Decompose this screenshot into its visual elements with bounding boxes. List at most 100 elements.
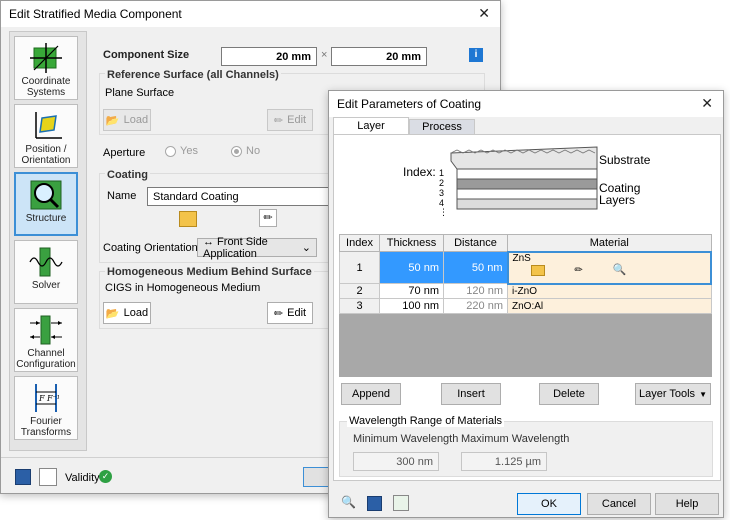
validity-label: Validity: <box>65 472 103 484</box>
cell-distance: 50 nm <box>443 251 508 284</box>
channel-configuration-icon <box>30 315 62 345</box>
aperture-yes-radio[interactable]: Yes <box>165 145 198 157</box>
diagram-layers-label: Layers <box>599 193 636 207</box>
cell-index: 3 <box>339 298 380 314</box>
sidebar-item-channel-configuration[interactable]: Channel Configuration <box>14 308 78 372</box>
sidebar-item-label: Position / Orientation <box>21 144 71 166</box>
layer-diagram <box>450 146 598 210</box>
aperture-no-radio[interactable]: No <box>231 145 260 157</box>
load-button-2[interactable]: 📂 Load <box>103 302 151 324</box>
diagram-index-1: 1 <box>439 168 445 178</box>
size-separator: × <box>321 49 328 61</box>
wavelength-group-label: Wavelength Range of Materials <box>347 415 505 427</box>
max-wavelength-label: Maximum Wavelength <box>461 433 570 445</box>
material-edit-icon[interactable]: ✏ <box>575 265 583 276</box>
col-distance: Distance <box>443 234 508 252</box>
edit-button-2[interactable]: ✏ Edit <box>267 302 313 324</box>
cell-material[interactable]: ZnO:Al <box>507 298 712 314</box>
svg-text:F⁻¹: F⁻¹ <box>46 394 60 403</box>
delete-button[interactable]: Delete <box>539 383 599 405</box>
sidebar: Coordinate Systems Position / Orientatio… <box>9 31 87 451</box>
edit-button[interactable]: ✏ Edit <box>267 109 313 131</box>
dialog-title: Edit Parameters of Coating <box>337 97 482 111</box>
coating-orientation-select[interactable]: ↔ Front Side Application ⌄ <box>197 236 317 260</box>
folder-icon: 📂 <box>105 307 120 320</box>
col-index: Index <box>339 234 380 252</box>
sidebar-item-coordinate-systems[interactable]: Coordinate Systems <box>14 36 78 100</box>
append-button[interactable]: Append <box>341 383 401 405</box>
coordinate-systems-icon <box>30 43 62 73</box>
tab-process-data[interactable]: Process Data <box>409 119 475 148</box>
homogeneous-group-label: Homogeneous Medium Behind Surface <box>105 266 314 278</box>
reference-surface-value: Plane Surface <box>105 87 175 99</box>
component-size-label: Component Size <box>103 49 190 61</box>
cell-material[interactable]: i-ZnO <box>507 283 712 299</box>
layer-tools-button[interactable]: Layer Tools ▼ <box>635 383 711 405</box>
cell-material[interactable]: ZnS ✏ 🔍 <box>506 250 712 285</box>
max-wavelength-input[interactable]: 1.125 µm <box>461 452 547 471</box>
validity-check-icon: ✓ <box>99 470 112 483</box>
sidebar-item-fourier-transforms[interactable]: F F⁻¹ Fourier Transforms <box>14 376 78 440</box>
cell-index: 1 <box>339 251 380 284</box>
diagram-index-3: 3 <box>439 188 445 198</box>
size-x-input[interactable]: 20 mm <box>221 47 317 66</box>
pencil-icon: ✏ <box>273 114 284 127</box>
table-row[interactable]: 2 70 nm 120 nm i-ZnO <box>339 283 712 299</box>
position-orientation-icon <box>35 112 62 139</box>
reference-surface-label: Reference Surface (all Channels) <box>105 69 281 81</box>
sidebar-item-structure[interactable]: Structure <box>14 172 78 236</box>
load-button[interactable]: 📂 Load <box>103 109 151 131</box>
coating-name-label: Name <box>107 190 137 202</box>
dialog-export-icon[interactable] <box>393 495 409 511</box>
cancel-button[interactable]: Cancel <box>587 493 651 515</box>
min-wavelength-input[interactable]: 300 nm <box>353 452 439 471</box>
homogeneous-value: CIGS in Homogeneous Medium <box>105 282 261 294</box>
material-load-icon[interactable] <box>530 264 545 276</box>
help-button[interactable]: Help <box>655 493 719 515</box>
pencil-icon: ✏ <box>273 307 284 320</box>
coating-load-icon[interactable] <box>179 211 197 227</box>
dialog-close-icon[interactable]: ✕ <box>701 95 713 112</box>
dialog-titlebar: Edit Parameters of Coating ✕ <box>329 91 723 117</box>
cell-thickness[interactable]: 70 nm <box>379 283 444 299</box>
close-icon[interactable]: ✕ <box>478 5 490 22</box>
col-thickness: Thickness <box>379 234 444 252</box>
cell-index: 2 <box>339 283 380 299</box>
sidebar-item-label: Structure <box>25 213 67 224</box>
min-wavelength-label: Minimum Wavelength <box>353 433 459 445</box>
structure-icon <box>30 180 62 210</box>
table-row[interactable]: 1 50 nm 50 nm ZnS ✏ 🔍 <box>339 250 712 285</box>
diagram-index-more: ⋮ <box>439 207 448 217</box>
dialog-save-icon[interactable] <box>367 496 382 511</box>
cell-thickness[interactable]: 100 nm <box>379 298 444 314</box>
sidebar-item-solver[interactable]: Solver <box>14 240 78 304</box>
main-titlebar: Edit Stratified Media Component ✕ <box>1 1 500 27</box>
coating-name-input[interactable]: Standard Coating <box>147 187 333 206</box>
table-row[interactable]: 3 100 nm 220 nm ZnO:Al <box>339 298 712 314</box>
info-icon[interactable]: i <box>469 48 483 62</box>
material-search-icon[interactable]: 🔍 <box>613 264 627 276</box>
coating-edit-icon[interactable]: ✏ <box>259 209 277 227</box>
structure-view-icon[interactable] <box>39 468 57 486</box>
sidebar-item-label: Fourier Transforms <box>20 416 72 438</box>
dropdown-arrow-icon: ▼ <box>699 389 707 399</box>
size-y-input[interactable]: 20 mm <box>331 47 427 66</box>
sidebar-item-label: Solver <box>31 280 61 291</box>
layer-table-header: Index Thickness Distance Material <box>339 234 712 252</box>
coating-group-label: Coating <box>105 169 150 181</box>
ok-button[interactable]: OK <box>517 493 581 515</box>
fourier-transforms-icon: F F⁻¹ <box>35 384 60 412</box>
coating-dialog: Edit Parameters of Coating ✕ Layer Defin… <box>328 90 724 518</box>
chevron-down-icon: ⌄ <box>301 242 311 254</box>
save-icon[interactable] <box>15 469 31 485</box>
folder-icon: 📂 <box>105 114 120 127</box>
main-window-title: Edit Stratified Media Component <box>9 7 182 21</box>
svg-text:F: F <box>38 394 45 403</box>
cell-distance: 120 nm <box>443 283 508 299</box>
sidebar-item-position-orientation[interactable]: Position / Orientation <box>14 104 78 168</box>
cell-thickness[interactable]: 50 nm <box>379 251 444 284</box>
insert-button[interactable]: Insert <box>441 383 501 405</box>
dialog-search-icon[interactable]: 🔍 <box>341 495 357 511</box>
tab-layer-definition[interactable]: Layer Definition <box>333 117 409 149</box>
layer-table: Index Thickness Distance Material 1 50 n… <box>339 234 712 314</box>
